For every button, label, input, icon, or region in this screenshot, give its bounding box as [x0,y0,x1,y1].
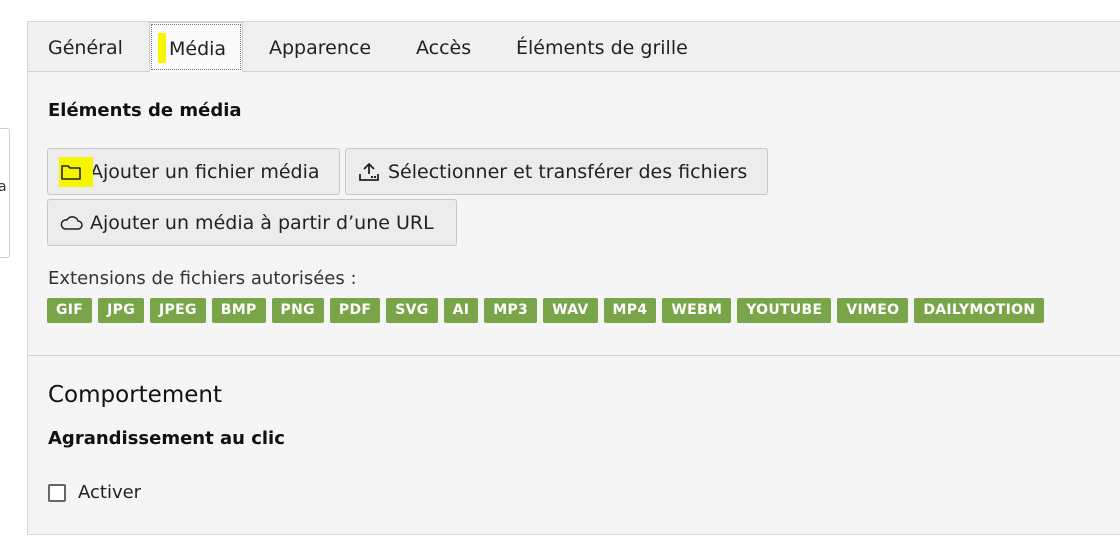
select-upload-files-button[interactable]: Sélectionner et transférer des fichiers [345,148,768,195]
extension-badge: AI [443,298,479,323]
allowed-extensions-list: GIF JPG JPEG BMP PNG PDF SVG AI MP3 WAV … [47,298,1045,323]
extension-badge: DAILYMOTION [914,298,1045,323]
extension-badge: GIF [47,298,93,323]
tab-appearance[interactable]: Apparence [269,22,371,71]
enable-click-enlarge-row: Activer [48,482,141,503]
extension-badge: WAV [543,298,598,323]
enable-click-enlarge-label[interactable]: Activer [78,482,141,503]
extension-badge: YOUTUBE [737,298,832,323]
enable-click-enlarge-checkbox[interactable] [48,483,66,502]
extension-badge: VIMEO [837,298,909,323]
add-media-file-label: Ajouter un fichier média [90,160,320,183]
side-panel-glyph: a [0,179,7,195]
extension-badge: WEBM [662,298,732,323]
extension-badge: BMP [211,298,266,323]
tab-general-label: Général [48,37,123,59]
upload-icon [354,162,384,182]
behavior-section-title: Comportement [48,382,222,408]
extension-badge: MP4 [603,298,657,323]
tab-media-highlight [158,33,166,63]
tab-appearance-label: Apparence [269,37,372,59]
tab-media-label: Média [169,38,227,60]
tab-bar: Général Média Apparence Accès Éléments d… [28,22,1120,72]
allowed-extensions-label: Extensions de fichiers autorisées : [48,268,357,289]
tab-grid-elements-label: Éléments de grille [516,37,688,59]
tab-media[interactable]: Média [149,22,243,72]
cloud-icon [56,215,86,231]
extension-badge: MP3 [484,298,538,323]
extension-badge: SVG [386,298,438,323]
tab-grid-elements[interactable]: Éléments de grille [516,22,688,71]
add-media-from-url-label: Ajouter un média à partir d’une URL [90,211,434,234]
media-section-title: Eléments de média [48,100,242,121]
extension-badge: JPG [98,298,145,323]
side-panel-edge: a [0,128,10,258]
folder-icon [56,156,93,187]
tab-general[interactable]: Général [48,22,123,71]
click-enlarge-title: Agrandissement au clic [48,428,285,449]
extension-badge: JPEG [150,298,206,323]
extension-badge: PNG [271,298,324,323]
add-media-from-url-button[interactable]: Ajouter un média à partir d’une URL [47,199,457,246]
content-element-editor: Général Média Apparence Accès Éléments d… [27,21,1120,535]
extension-badge: PDF [329,298,381,323]
tab-access-label: Accès [416,37,472,59]
tab-access[interactable]: Accès [416,22,471,71]
add-media-file-button[interactable]: Ajouter un fichier média [47,148,340,195]
section-divider [28,355,1120,356]
select-upload-files-label: Sélectionner et transférer des fichiers [388,160,748,183]
